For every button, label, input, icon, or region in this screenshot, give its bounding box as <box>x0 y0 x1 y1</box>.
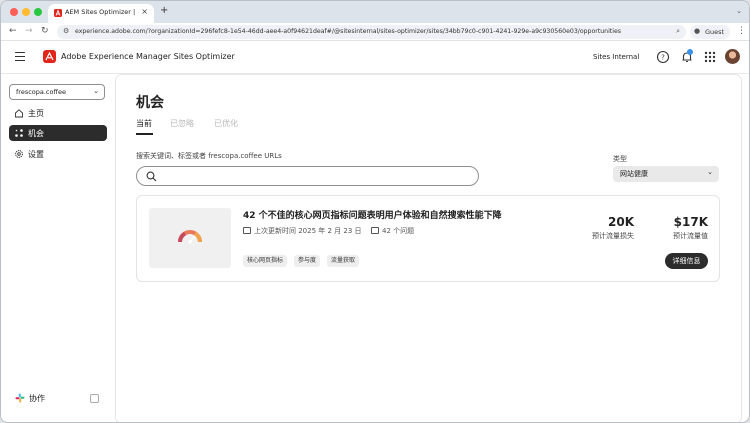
tab-search-chevron-icon[interactable]: ⌄ <box>736 7 742 15</box>
type-filter-select[interactable]: 网站健康 ⌄ <box>613 166 719 182</box>
issue-count-text: 42 个问题 <box>382 227 415 235</box>
new-tab-button[interactable]: + <box>160 5 168 16</box>
page-title: 机会 <box>136 95 164 111</box>
browser-window: AEM Sites Optimizer | Adob × + ⌄ ← → ↻ ⚙… <box>0 0 750 423</box>
tag-chip: 核心网页指标 <box>243 255 288 267</box>
org-switcher[interactable]: Sites Internal <box>593 53 639 61</box>
close-window-button[interactable] <box>10 8 18 16</box>
user-avatar[interactable] <box>725 49 740 64</box>
chevron-down-icon: ⌄ <box>93 87 99 95</box>
calendar-icon <box>243 227 251 234</box>
issues-icon <box>371 227 379 234</box>
card-thumbnail <box>149 208 231 268</box>
tag-chip: 参与度 <box>294 255 321 267</box>
url-text[interactable]: experience.adobe.com/?organizationId=296… <box>75 28 665 35</box>
sidebar-item-settings[interactable]: 设置 <box>9 146 107 162</box>
tab-optimized[interactable]: 已优化 <box>214 118 238 129</box>
chevron-down-icon: ⌄ <box>707 168 713 176</box>
type-filter-value: 网站健康 <box>620 170 648 178</box>
apps-grid-icon[interactable] <box>703 50 717 64</box>
adobe-logo-icon <box>43 50 56 63</box>
zoom-icon[interactable]: ⌕ <box>676 27 680 36</box>
issue-count: 42 个问题 <box>371 226 414 236</box>
sidebar-item-label: 主页 <box>28 109 44 118</box>
tab-title: AEM Sites Optimizer | Adob <box>65 8 137 16</box>
notification-badge <box>687 49 693 55</box>
details-button[interactable]: 详细信息 <box>665 253 708 269</box>
slack-icon <box>15 393 25 403</box>
svg-text:?: ? <box>661 54 665 62</box>
collaborate-label: 协作 <box>29 394 45 403</box>
sidebar: frescopa.coffee ⌄ 主页 机会 设置 协作 <box>1 74 115 422</box>
reload-icon[interactable]: ↻ <box>41 26 49 36</box>
traffic-loss-label: 预计流量损失 <box>592 232 634 240</box>
close-tab-icon[interactable]: × <box>141 7 148 16</box>
last-updated-text: 上次更新时间 2025 年 2 月 23 日 <box>254 227 362 235</box>
traffic-value-label: 预计流量值 <box>673 232 708 240</box>
traffic-loss-value: 20K <box>608 215 634 229</box>
browser-toolbar: ← → ↻ ⚙ experience.adobe.com/?organizati… <box>1 23 749 41</box>
sidebar-item-label: 机会 <box>28 129 44 138</box>
speedometer-icon <box>178 230 202 244</box>
profile-label: Guest <box>705 28 725 36</box>
collapse-sidebar-icon[interactable] <box>90 394 99 403</box>
hamburger-menu-icon[interactable] <box>15 52 25 64</box>
type-filter-label: 类型 <box>613 155 627 163</box>
minimize-window-button[interactable] <box>22 8 30 16</box>
settings-icon <box>15 150 23 158</box>
maximize-window-button[interactable] <box>34 8 42 16</box>
profile-button[interactable]: ● Guest <box>690 25 730 39</box>
app-title: Adobe Experience Manager Sites Optimizer <box>61 52 235 61</box>
home-icon <box>15 109 23 118</box>
site-info-icon[interactable]: ⚙ <box>63 27 69 35</box>
opportunity-card[interactable]: 42 个不佳的核心网页指标问题表明用户体验和自然搜索性能下降 上次更新时间 20… <box>136 195 720 282</box>
opportunities-icon <box>15 129 23 137</box>
last-updated: 上次更新时间 2025 年 2 月 23 日 <box>243 226 362 236</box>
person-icon: ● <box>694 27 701 35</box>
app-header: Adobe Experience Manager Sites Optimizer… <box>1 41 749 74</box>
opportunity-title[interactable]: 42 个不佳的核心网页指标问题表明用户体验和自然搜索性能下降 <box>243 208 502 221</box>
search-icon <box>146 171 157 182</box>
search-label: 搜索关键词、标签或者 frescopa.coffee URLs <box>136 152 282 160</box>
main-panel: 机会 当前 已忽略 已优化 搜索关键词、标签或者 frescopa.coffee… <box>115 74 742 422</box>
tag-chip: 流量获取 <box>327 255 360 267</box>
help-icon[interactable]: ? <box>656 50 670 64</box>
sidebar-item-opportunities[interactable]: 机会 <box>9 125 107 141</box>
address-bar[interactable]: ⚙ experience.adobe.com/?organizationId=2… <box>57 25 686 39</box>
back-arrow-icon[interactable]: ← <box>9 26 17 36</box>
selected-tab-indicator <box>136 133 153 135</box>
site-selector-value: frescopa.coffee <box>16 88 66 96</box>
search-input[interactable] <box>136 166 479 186</box>
site-selector[interactable]: frescopa.coffee ⌄ <box>9 84 105 100</box>
sidebar-item-label: 设置 <box>28 150 44 159</box>
browser-tab[interactable]: AEM Sites Optimizer | Adob × <box>48 4 154 23</box>
sidebar-item-home[interactable]: 主页 <box>9 105 107 121</box>
traffic-value-value: $17K <box>673 215 708 229</box>
tab-strip: AEM Sites Optimizer | Adob × + ⌄ <box>1 1 749 23</box>
forward-arrow-icon[interactable]: → <box>25 26 33 36</box>
adobe-favicon-icon <box>54 9 62 17</box>
browser-menu-icon[interactable]: ⋮ <box>737 26 746 36</box>
tab-ignored[interactable]: 已忽略 <box>170 118 194 129</box>
tab-current[interactable]: 当前 <box>136 118 152 129</box>
